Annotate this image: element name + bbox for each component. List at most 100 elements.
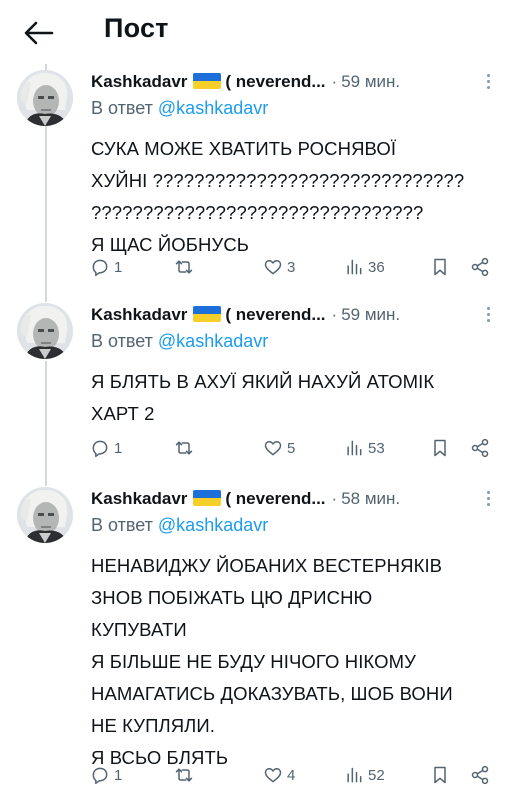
author-name-suffix[interactable]: ( neverend... [225, 72, 325, 91]
more-button[interactable] [486, 491, 492, 509]
bookmark-button[interactable] [430, 436, 450, 460]
separator-dot: · [331, 72, 338, 91]
like-count: 3 [287, 258, 296, 276]
share-button[interactable] [470, 255, 490, 279]
reply-count: 1 [114, 766, 123, 784]
timestamp[interactable]: 59 мин. [341, 72, 400, 91]
more-button[interactable] [486, 74, 492, 92]
reply-button[interactable]: 1 [90, 763, 122, 787]
author-name-suffix[interactable]: ( neverend... [225, 489, 325, 508]
retweet-button[interactable] [174, 763, 198, 787]
back-button[interactable] [22, 16, 56, 50]
views-icon [347, 440, 362, 456]
tweet-header: Kashkadavr ( neverend... · 58 мин. [91, 487, 511, 511]
retweet-button[interactable] [174, 255, 198, 279]
views-button[interactable]: 52 [344, 763, 385, 787]
reply-prefix: В ответ [91, 98, 153, 118]
retweet-icon [175, 768, 193, 782]
author-name[interactable]: Kashkadavr [91, 305, 187, 324]
reply-icon [92, 259, 108, 277]
reply-button[interactable]: 1 [90, 255, 122, 279]
tweet-text-line: ХАРТ 2 [91, 403, 155, 424]
tweet-text-line: Я БІЛЬШЕ НЕ БУДУ НІЧОГО НІКОМУ [91, 651, 416, 672]
reply-mention-link[interactable]: @kashkadavr [158, 331, 268, 351]
reply-context: В ответ @kashkadavr [91, 98, 268, 119]
reply-context: В ответ @kashkadavr [91, 515, 268, 536]
views-count: 52 [368, 766, 385, 784]
avatar-image [17, 303, 73, 359]
retweet-icon [175, 441, 193, 455]
reply-mention-link[interactable]: @kashkadavr [158, 98, 268, 118]
tweet-text-line: НЕНАВИДЖУ ЙОБАНИХ ВЕСТЕРНЯКІВ [91, 555, 443, 576]
share-icon [471, 438, 489, 458]
reply-context: В ответ @kashkadavr [91, 331, 268, 352]
like-count: 4 [287, 766, 296, 784]
more-icon [487, 491, 490, 494]
reply-button[interactable]: 1 [90, 436, 122, 460]
author-name[interactable]: Kashkadavr [91, 72, 187, 91]
timestamp[interactable]: 58 мин. [341, 489, 400, 508]
bookmark-button[interactable] [430, 255, 450, 279]
views-button[interactable]: 53 [344, 436, 385, 460]
timestamp[interactable]: 59 мин. [341, 305, 400, 324]
more-dot [487, 497, 490, 500]
reply-prefix: В ответ [91, 515, 153, 535]
author-name[interactable]: Kashkadavr [91, 489, 187, 508]
like-button[interactable]: 5 [263, 436, 295, 460]
share-button[interactable] [470, 763, 490, 787]
tweet-actions: 1 3 36 [0, 255, 519, 279]
views-count: 53 [368, 439, 385, 457]
page-title: Пост [104, 13, 169, 43]
avatar-image [17, 70, 73, 126]
ukraine-flag-icon [193, 73, 222, 89]
more-button[interactable] [486, 307, 492, 325]
separator-dot: · [331, 305, 338, 324]
more-dot [487, 86, 490, 89]
tweet-text: НЕНАВИДЖУ ЙОБАНИХ ВЕСТЕРНЯКІВ ЗНОВ ПОБІЖ… [91, 550, 506, 774]
more-dot [487, 503, 490, 506]
views-button[interactable]: 36 [344, 255, 385, 279]
more-dot [487, 80, 490, 83]
avatar[interactable] [17, 303, 73, 359]
like-button[interactable]: 4 [263, 763, 295, 787]
tweet-text: СУКА МОЖЕ ХВАТИТЬ РОСНЯВОЇ ХУЙНІ ???????… [91, 133, 506, 261]
tweet-text-line: НАМАГАТИСЬ ДОКАЗУВАТЬ, ШОБ ВОНИ [91, 683, 453, 704]
share-icon [471, 765, 489, 785]
bookmark-button[interactable] [430, 763, 450, 787]
tweet-text-line: ЗНОВ ПОБІЖАТЬ ЦЮ ДРИСНЮ [91, 587, 373, 608]
reply-icon [92, 440, 108, 458]
share-button[interactable] [470, 436, 490, 460]
reply-count: 1 [114, 439, 123, 457]
retweet-button[interactable] [174, 436, 198, 460]
bookmark-icon [434, 766, 446, 784]
like-count: 5 [287, 439, 296, 457]
reply-prefix: В ответ [91, 331, 153, 351]
tweet-text-line: Я БЛЯТЬ В АХУЇ ЯКИЙ НАХУЙ АТОМІК [91, 371, 435, 392]
like-icon [264, 441, 282, 456]
views-count: 36 [368, 258, 385, 276]
tweet-text-line: ХУЙНІ ?????????????????????????????? [91, 170, 465, 191]
like-icon [264, 768, 282, 783]
ukraine-flag-icon [193, 490, 222, 506]
reply-count: 1 [114, 258, 123, 276]
back-arrow-icon [24, 21, 54, 45]
more-dot [487, 313, 490, 316]
tweet-text: Я БЛЯТЬ В АХУЇ ЯКИЙ НАХУЙ АТОМІК ХАРТ 2 [91, 366, 506, 430]
views-icon [347, 259, 362, 275]
avatar[interactable] [17, 70, 73, 126]
like-icon [264, 260, 282, 275]
tweet-text-line: ???????????????????????????????? [91, 202, 424, 223]
reply-mention-link[interactable]: @kashkadavr [158, 515, 268, 535]
separator-dot: · [331, 489, 338, 508]
tweet-actions: 1 5 53 [0, 436, 519, 460]
avatar-image [17, 487, 73, 543]
author-name-suffix[interactable]: ( neverend... [225, 305, 325, 324]
retweet-icon [175, 260, 193, 274]
tweet-text-line: НЕ КУПЛЯЛИ. [91, 715, 216, 736]
like-button[interactable]: 3 [263, 255, 295, 279]
tweet-text-line: КУПУВАТИ [91, 619, 187, 640]
top-bar: Пост [0, 0, 519, 64]
more-dot [487, 319, 490, 322]
ukraine-flag-icon [193, 306, 222, 322]
avatar[interactable] [17, 487, 73, 543]
